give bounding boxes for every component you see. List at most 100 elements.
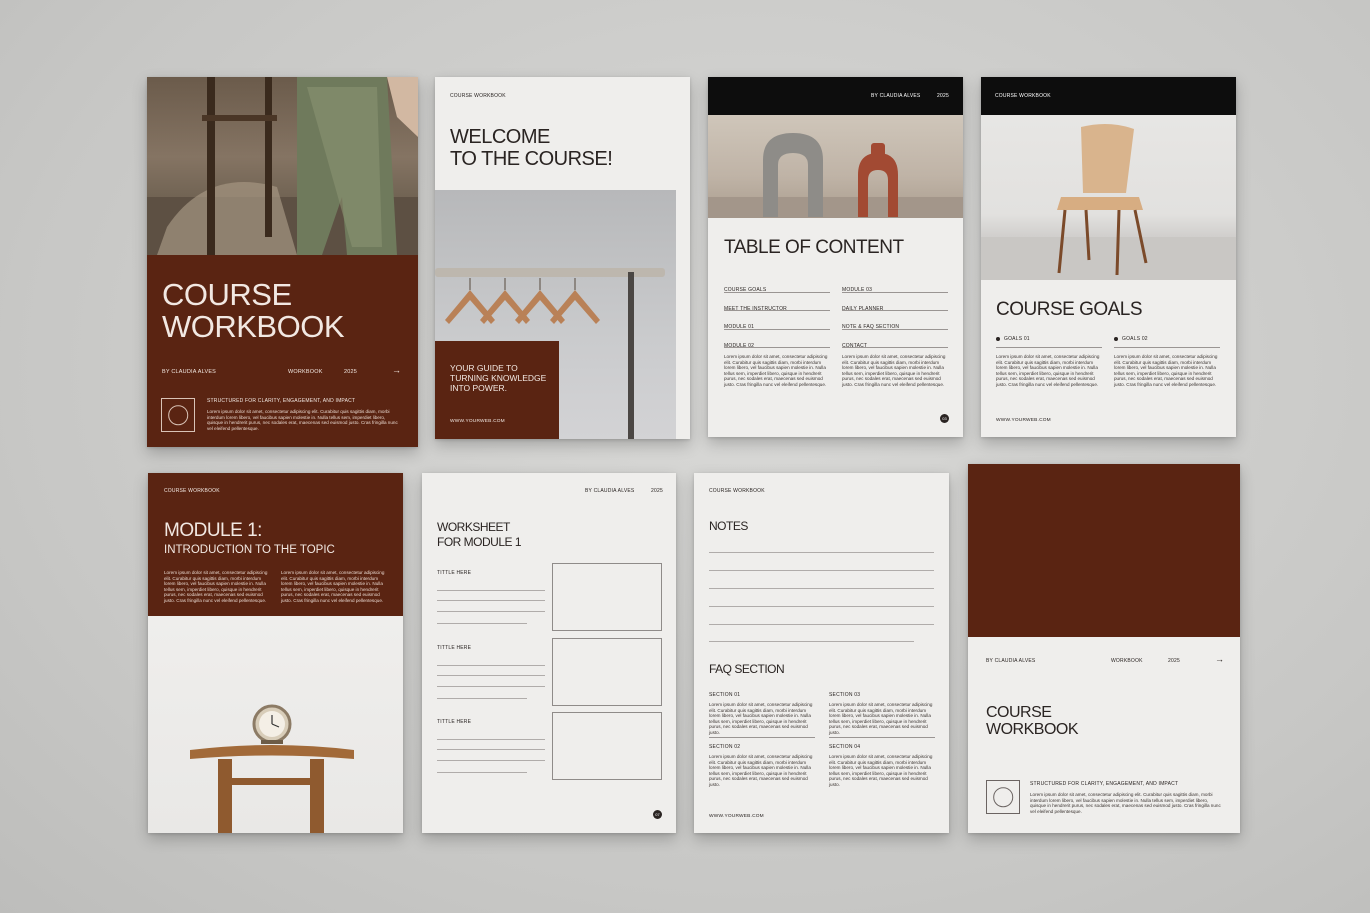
note-line[interactable] — [709, 606, 934, 607]
arrow-right-icon[interactable]: → — [1215, 654, 1224, 664]
toc-divider — [842, 328, 948, 330]
goal-item-1: GOALS 01 — [996, 336, 1102, 342]
welcome-guide-line1: YOUR GUIDE TO — [450, 363, 518, 373]
faq-title: FAQ SECTION — [709, 662, 785, 676]
note-line[interactable] — [709, 624, 934, 625]
module-header: COURSE WORKBOOK — [164, 488, 220, 494]
answer-line[interactable] — [437, 600, 545, 601]
toc-divider — [724, 310, 830, 311]
toc-year: 2025 — [937, 93, 949, 99]
answer-line[interactable] — [437, 698, 527, 699]
answer-line[interactable] — [437, 665, 545, 666]
answer-line[interactable] — [437, 675, 545, 676]
faq-section-body: Lorem ipsum dolor sit amet, consectetur … — [829, 702, 933, 735]
stool-photo — [148, 616, 403, 833]
toc-author: BY CLAUDIA ALVES — [871, 93, 921, 99]
goal-label-2: GOALS 02 — [1122, 336, 1148, 342]
goal-divider-1 — [996, 347, 1102, 348]
answer-line[interactable] — [437, 611, 545, 612]
faq-section-body: Lorem ipsum dolor sit amet, consectetur … — [709, 702, 813, 735]
vases-photo-illustration — [708, 133, 963, 218]
welcome-guide-line3: INTO POWER. — [450, 383, 507, 393]
cover-title-line1: COURSE — [162, 277, 292, 312]
notes-web[interactable]: WWW.YOURWEB.COM — [709, 814, 764, 819]
chair-photo-illustration — [981, 123, 1236, 280]
toc-item[interactable]: NOTE & FAQ SECTION — [842, 315, 948, 334]
goals-body-right: Lorem ipsum dolor sit amet, consectetur … — [1114, 354, 1218, 387]
toc-divider — [842, 347, 948, 348]
toc-header-bar: BY CLAUDIA ALVES 2025 — [708, 77, 963, 115]
answer-box[interactable] — [552, 563, 662, 631]
goal-label-1: GOALS 01 — [1004, 336, 1030, 342]
toc-body-left: Lorem ipsum dolor sit amet, consectetur … — [724, 354, 828, 387]
worksheet-field-label: TITTLE HERE — [437, 719, 472, 725]
toc-item[interactable]: COURSE GOALS — [724, 278, 830, 297]
goals-header: COURSE WORKBOOK — [995, 93, 1051, 99]
toc-item[interactable]: MODULE 02 — [724, 334, 830, 353]
notes-header: COURSE WORKBOOK — [709, 488, 765, 494]
toc-divider — [842, 310, 948, 311]
cover-title-line2: WORKBOOK — [162, 309, 345, 344]
goals-header-bar: COURSE WORKBOOK — [981, 77, 1236, 115]
toc-item[interactable]: MODULE 01 — [724, 315, 830, 334]
note-line[interactable] — [709, 570, 934, 571]
back-cover-page: BY CLAUDIA ALVES WORKBOOK 2025 → COURSE … — [968, 464, 1240, 833]
back-year: 2025 — [1168, 658, 1180, 664]
faq-section-label: SECTION 04 — [829, 744, 861, 750]
answer-box[interactable] — [552, 712, 662, 780]
faq-section-label: SECTION 03 — [829, 692, 861, 698]
stool-photo-illustration — [190, 704, 354, 833]
cover-body: Lorem ipsum dolor sit amet, consectetur … — [207, 409, 398, 431]
worksheet-title-line2: FOR MODULE 1 — [437, 535, 522, 549]
back-cover-color-block — [968, 464, 1240, 637]
module-page: COURSE WORKBOOK MODULE 1: INTRODUCTION T… — [148, 473, 403, 833]
welcome-title-line1: WELCOME — [450, 126, 550, 148]
answer-line[interactable] — [437, 590, 545, 591]
back-body: Lorem ipsum dolor sit amet, consectetur … — [1030, 792, 1221, 814]
welcome-header: COURSE WORKBOOK — [450, 93, 506, 99]
goals-web[interactable]: WWW.YOURWEB.COM — [996, 418, 1051, 423]
answer-line[interactable] — [437, 760, 545, 761]
faq-section-body: Lorem ipsum dolor sit amet, consectetur … — [829, 754, 933, 787]
toc-divider — [842, 291, 948, 293]
welcome-web[interactable]: WWW.YOURWEB.COM — [450, 419, 505, 424]
answer-line[interactable] — [437, 772, 527, 773]
toc-divider — [724, 328, 830, 330]
toc-body-right: Lorem ipsum dolor sit amet, consectetur … — [842, 354, 946, 387]
toc-item[interactable]: MODULE 03 — [842, 278, 948, 297]
bullet-icon — [1114, 336, 1118, 341]
toc-title: TABLE OF CONTENT — [724, 237, 904, 258]
goals-body-left: Lorem ipsum dolor sit amet, consectetur … — [996, 354, 1100, 387]
goals-page: COURSE WORKBOOK COURSE GOALS GOALS 01 GO… — [981, 77, 1236, 437]
answer-box[interactable] — [552, 638, 662, 706]
answer-line[interactable] — [437, 686, 545, 687]
toc-list-left: COURSE GOALS MEET THE INSTRUCTOR MODULE … — [724, 278, 830, 352]
goal-divider-2 — [1114, 347, 1220, 348]
cover-label: WORKBOOK — [288, 369, 323, 375]
answer-line[interactable] — [437, 739, 545, 740]
back-label: WORKBOOK — [1111, 658, 1143, 664]
cover-page: COURSE WORKBOOK BY CLAUDIA ALVES WORKBOO… — [147, 77, 418, 447]
chair-photo — [981, 115, 1236, 280]
page-number: 03 — [940, 414, 949, 423]
note-line[interactable] — [709, 552, 934, 553]
answer-line[interactable] — [437, 623, 527, 624]
note-line[interactable] — [709, 588, 934, 589]
module-body-left: Lorem ipsum dolor sit amet, consectetur … — [164, 570, 268, 603]
answer-line[interactable] — [437, 749, 545, 750]
arrow-right-icon[interactable]: → — [392, 365, 401, 375]
cover-photo-illustration — [147, 77, 418, 255]
goals-title: COURSE GOALS — [996, 299, 1143, 320]
cover-author: BY CLAUDIA ALVES — [162, 369, 217, 375]
back-author: BY CLAUDIA ALVES — [986, 658, 1036, 664]
cover-photo — [147, 77, 418, 255]
bullet-icon — [996, 336, 1000, 341]
faq-divider — [709, 737, 815, 738]
toc-divider — [724, 291, 830, 293]
back-tagline: STRUCTURED FOR CLARITY, ENGAGEMENT, AND … — [1030, 781, 1179, 787]
toc-item[interactable]: MEET THE INSTRUCTOR — [724, 297, 830, 316]
toc-item[interactable]: CONTACT — [842, 334, 948, 353]
module-title: MODULE 1: — [164, 520, 262, 541]
note-line[interactable] — [709, 641, 914, 642]
toc-item[interactable]: DAILY PLANNER — [842, 297, 948, 316]
